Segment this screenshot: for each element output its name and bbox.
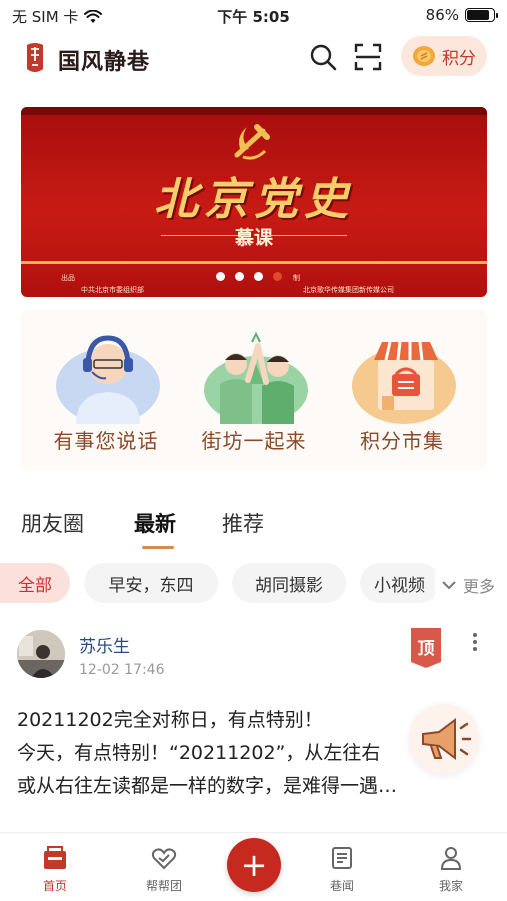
nav-news[interactable]: 巷闻 bbox=[302, 845, 382, 894]
banner-credit-left-b: 中共北京市委组织部 bbox=[81, 286, 144, 294]
plus-icon: + bbox=[240, 846, 268, 884]
app-logo-icon bbox=[27, 43, 43, 72]
nav-profile[interactable]: 我家 bbox=[411, 845, 491, 894]
carousel-dot[interactable] bbox=[254, 272, 263, 281]
quick-action-label: 积分市集 bbox=[360, 429, 444, 453]
chip-short-video[interactable]: 小视频 bbox=[360, 563, 440, 603]
points-button[interactable]: 积分 bbox=[401, 36, 487, 76]
tab-recommended[interactable]: 推荐 bbox=[222, 508, 264, 538]
megaphone-icon bbox=[422, 718, 472, 760]
carousel-dot[interactable] bbox=[216, 272, 225, 281]
chevron-down-icon bbox=[442, 581, 456, 590]
tab-latest[interactable]: 最新 bbox=[134, 508, 176, 538]
feed-post[interactable]: 苏乐生 12-02 17:46 顶 20211202完全对称日，有点特别！ 今天… bbox=[0, 622, 507, 832]
nav-profile-label: 我家 bbox=[438, 879, 463, 893]
nav-home[interactable]: 首页 bbox=[15, 845, 95, 894]
banner-credit-right-a: 制 bbox=[293, 274, 300, 282]
banner-title: 北京党史 bbox=[154, 174, 354, 225]
home-icon bbox=[44, 846, 66, 869]
banner-credit-left-a: 出品 bbox=[61, 274, 75, 282]
announcement-button[interactable] bbox=[409, 704, 479, 774]
battery-fill bbox=[467, 10, 489, 20]
tab-friends[interactable]: 朋友圈 bbox=[21, 508, 84, 538]
promo-banner[interactable]: 北京党史 慕课 出品 中共北京市委组织部 制 北京歌华传媒集团新传媒公司 bbox=[21, 107, 487, 297]
banner-top-strip bbox=[21, 107, 487, 115]
category-chips: 全部 早安，东四 胡同摄影 小视频 更多 bbox=[0, 563, 507, 605]
chip-good-morning[interactable]: 早安，东四 bbox=[84, 563, 218, 603]
quick-action-label: 街坊一起来 bbox=[201, 429, 307, 453]
customer-service-icon bbox=[56, 335, 160, 424]
nav-home-label: 首页 bbox=[42, 879, 67, 893]
status-bar: 无 SIM 卡 下午 5:05 86% bbox=[0, 0, 507, 30]
nav-help-label: 帮帮团 bbox=[145, 879, 182, 893]
more-label: 更多 bbox=[462, 577, 495, 596]
carousel-dot[interactable] bbox=[273, 272, 282, 281]
news-icon bbox=[332, 847, 352, 869]
battery-percent: 86% bbox=[425, 6, 459, 24]
neighbors-icon bbox=[204, 331, 308, 424]
pinned-badge: 顶 bbox=[411, 628, 441, 668]
nav-help-group[interactable]: 帮帮团 bbox=[124, 845, 204, 894]
chip-hutong-photo[interactable]: 胡同摄影 bbox=[232, 563, 346, 603]
profile-icon bbox=[440, 847, 462, 870]
app-title: 国风静巷 bbox=[58, 49, 151, 75]
banner-subtitle: 慕课 bbox=[234, 227, 273, 249]
nav-news-label: 巷闻 bbox=[329, 879, 354, 893]
more-options-icon[interactable] bbox=[472, 632, 478, 652]
hammer-sickle-icon bbox=[234, 124, 270, 160]
quick-action-market[interactable]: 积分市集 bbox=[327, 310, 477, 470]
battery-icon bbox=[465, 8, 498, 22]
banner-gold-band bbox=[21, 261, 487, 264]
heart-hands-icon bbox=[151, 848, 177, 870]
battery-group: 86% bbox=[425, 6, 498, 24]
banner-divider-right bbox=[267, 235, 347, 236]
market-shop-icon bbox=[352, 341, 456, 424]
scan-icon[interactable] bbox=[353, 42, 383, 72]
feed-tabs: 朋友圈 最新 推荐 bbox=[0, 508, 507, 558]
avatar[interactable] bbox=[17, 630, 65, 678]
carousel-dots bbox=[216, 272, 282, 281]
active-tab-indicator bbox=[142, 546, 174, 549]
quick-actions: 有事您说话 街坊一起来 积分市集 bbox=[21, 310, 487, 470]
banner-credit-right-b: 北京歌华传媒集团新传媒公司 bbox=[303, 286, 394, 294]
search-icon[interactable] bbox=[308, 42, 338, 72]
quick-action-label: 有事您说话 bbox=[53, 429, 159, 453]
quick-action-neighbors[interactable]: 街坊一起来 bbox=[179, 310, 329, 470]
quick-action-service[interactable]: 有事您说话 bbox=[31, 310, 181, 470]
points-label: 积分 bbox=[442, 48, 476, 69]
post-time: 12-02 17:46 bbox=[79, 662, 165, 678]
pinned-label: 顶 bbox=[417, 639, 435, 659]
post-author[interactable]: 苏乐生 bbox=[79, 632, 130, 657]
add-post-button[interactable]: + bbox=[227, 838, 281, 892]
app-header: 国风静巷 积分 bbox=[0, 32, 507, 82]
post-line: 或从右往左读都是一样的数字，是难得一遇… bbox=[17, 775, 398, 797]
chip-all[interactable]: 全部 bbox=[0, 563, 70, 603]
carousel-dot[interactable] bbox=[235, 272, 244, 281]
avatar-photo-icon bbox=[17, 630, 65, 678]
coin-icon bbox=[413, 46, 435, 66]
more-categories-button[interactable]: 更多 bbox=[434, 573, 495, 597]
